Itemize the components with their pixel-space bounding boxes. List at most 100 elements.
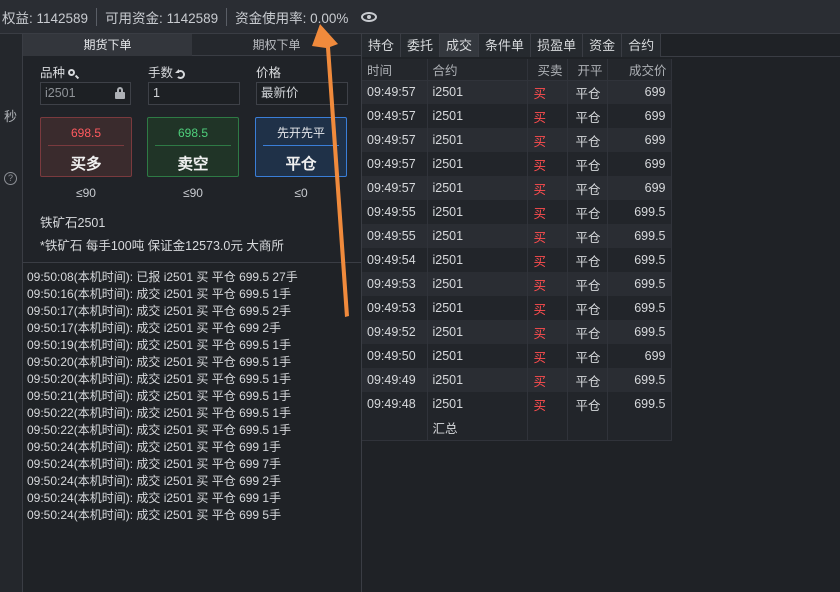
column-open-close[interactable]: 开平 [567,59,608,81]
table-row[interactable]: 09:49:48 i2501 买平仓 699.5 [362,392,672,416]
symbol-label-text: 品种 [40,66,66,80]
buy-limit: ≤90 [76,186,96,200]
table-row[interactable]: 09:49:55 i2501 买平仓 699.5 [362,224,672,248]
table-row[interactable]: 09:49:57 i2501 买平仓 699 [362,152,672,176]
column-price[interactable]: 成交价 [607,59,672,81]
cell-time: 09:49:54 [362,248,428,272]
cell-price: 699.5 [607,224,672,248]
table-row[interactable]: 09:49:53 i2501 买平仓 699.5 [362,272,672,296]
symbol-input[interactable]: i2501 [40,82,131,105]
cell-price: 699.5 [607,392,672,416]
price-type-select[interactable]: 最新价 [256,82,348,105]
cell-price: 699 [607,128,672,152]
cell-side: 买 [527,272,568,296]
log-line: 09:50:24(本机时间): 成交 i2501 买 平仓 699 1手 [27,440,282,454]
cell-price: 699 [607,104,672,128]
quantity-input[interactable]: 1 [148,82,240,105]
instrument-description: *铁矿石 每手100吨 保证金12573.0元 大商所 [40,239,284,253]
sell-price: 698.5 [177,126,209,140]
log-line: 09:50:24(本机时间): 成交 i2501 买 平仓 699 7手 [27,457,282,471]
cell-contract: i2501 [427,200,528,224]
search-icon[interactable] [67,68,79,80]
log-line: 09:50:20(本机时间): 成交 i2501 买 平仓 699.5 1手 [27,372,292,386]
cell-time: 09:49:57 [362,128,428,152]
trades-table: 时间 合约 买卖 开平 成交价 09:49:57 i2501 买平仓 699 09:49… [362,59,672,441]
tab-stop-orders[interactable]: 损盈单 [531,34,584,57]
cell-time: 09:49:49 [362,368,428,392]
column-side[interactable]: 买卖 [527,59,568,81]
tab-funds[interactable]: 资金 [583,34,623,57]
log-line: 09:50:24(本机时间): 成交 i2501 买 平仓 699 5手 [27,508,282,522]
order-type-tabs: 期货下单 期权下单 [23,34,361,56]
cell-open-close: 平仓 [567,392,608,416]
log-line: 09:50:20(本机时间): 成交 i2501 买 平仓 699.5 1手 [27,355,292,369]
cell-time: 09:49:57 [362,152,428,176]
price-label: 价格 [256,66,282,80]
cell-time: 09:49:55 [362,224,428,248]
reset-icon[interactable] [175,68,187,80]
table-row[interactable]: 09:49:57 i2501 买平仓 699 [362,104,672,128]
cell-contract: i2501 [427,296,528,320]
tab-positions[interactable]: 持仓 [362,34,402,57]
cell-side: 买 [527,128,568,152]
log-line: 09:50:08(本机时间): 已报 i2501 买 平仓 699.5 27手 [27,270,298,284]
table-row[interactable]: 09:49:57 i2501 买平仓 699 [362,128,672,152]
cell-price: 699.5 [607,368,672,392]
close-position-button[interactable]: 先开先平 平仓 [255,117,347,177]
table-row[interactable]: 09:49:57 i2501 买平仓 699 [362,80,672,104]
tab-trades[interactable]: 成交 [440,34,480,57]
instrument-name: 铁矿石2501 [40,216,106,230]
log-line: 09:50:24(本机时间): 成交 i2501 买 平仓 699 2手 [27,474,282,488]
log-line: 09:50:16(本机时间): 成交 i2501 买 平仓 699.5 1手 [27,287,292,301]
cell-open-close: 平仓 [567,248,608,272]
column-time[interactable]: 时间 [362,59,428,81]
cell-price: 699.5 [607,320,672,344]
cell-contract: i2501 [427,128,528,152]
buy-long-label: 买多 [70,156,102,173]
sell-short-button[interactable]: 698.5 卖空 [147,117,239,177]
table-row[interactable]: 09:49:54 i2501 买平仓 699.5 [362,248,672,272]
cell-price: 699.5 [607,296,672,320]
cell-time: 09:49:50 [362,344,428,368]
cell-open-close: 平仓 [567,344,608,368]
tab-orders[interactable]: 委托 [401,34,441,57]
cell-price: 699.5 [607,200,672,224]
table-row[interactable]: 09:49:53 i2501 买平仓 699.5 [362,296,672,320]
table-row[interactable]: 09:49:52 i2501 买平仓 699.5 [362,320,672,344]
cell-time: 09:49:57 [362,80,428,104]
log-line: 09:50:17(本机时间): 成交 i2501 买 平仓 699.5 2手 [27,304,292,318]
equity-text: 权益: 1142589 [2,10,89,26]
lock-icon[interactable] [115,87,125,99]
symbol-label: 品种 [40,62,79,81]
cell-contract: i2501 [427,272,528,296]
buy-long-button[interactable]: 698.5 买多 [40,117,132,177]
help-icon[interactable]: ? [4,172,17,185]
table-row[interactable]: 09:49:55 i2501 买平仓 699.5 [362,200,672,224]
tab-futures-order[interactable]: 期货下单 [23,34,192,56]
summary-label: 汇总 [427,416,528,441]
table-row[interactable]: 09:49:49 i2501 买平仓 699.5 [362,368,672,392]
cell-time: 09:49:55 [362,200,428,224]
summary-cell [362,416,428,441]
cell-side: 买 [527,152,568,176]
eye-icon[interactable] [360,11,378,23]
log-line: 09:50:21(本机时间): 成交 i2501 买 平仓 699.5 1手 [27,389,292,403]
summary-cell [567,416,608,441]
cell-price: 699 [607,344,672,368]
divider [263,145,339,146]
tab-contracts[interactable]: 合约 [622,34,662,57]
tab-options-order[interactable]: 期权下单 [192,34,361,56]
buy-price: 698.5 [70,126,102,140]
summary-cell [527,416,568,441]
cell-side: 买 [527,368,568,392]
table-row[interactable]: 09:49:50 i2501 买平仓 699 [362,344,672,368]
column-contract[interactable]: 合约 [427,59,528,81]
cell-contract: i2501 [427,320,528,344]
quantity-label-text: 手数 [148,66,174,80]
cell-side: 买 [527,224,568,248]
cell-side: 买 [527,248,568,272]
tab-conditional-orders[interactable]: 条件单 [479,34,532,57]
seconds-label: 秒 [4,109,18,124]
cell-time: 09:49:52 [362,320,428,344]
table-row[interactable]: 09:49:57 i2501 买平仓 699 [362,176,672,200]
